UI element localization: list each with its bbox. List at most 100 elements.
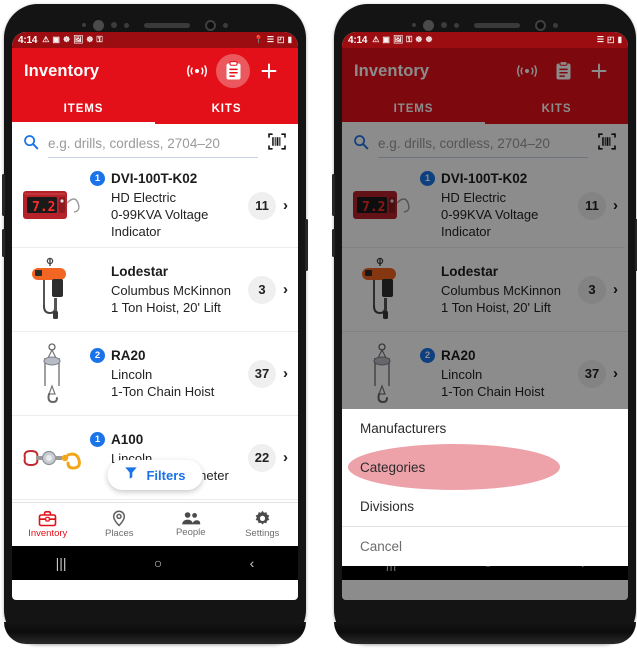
list-item-end: 37 › — [578, 359, 618, 388]
recents-button[interactable]: ||| — [56, 555, 67, 571]
chevron-right-icon[interactable]: › — [613, 366, 618, 381]
status-bar: 4:14 ⚠ ▣ 🖼 ⚿ ☸ ☸ ☰ ◰ ▮ — [342, 32, 628, 48]
clipboard-icon[interactable] — [546, 54, 580, 88]
list-item-subtitle-2: 0-99KVA Voltage — [441, 207, 539, 223]
list-item-content: 1 DVI-100T-K02 HD Electric 0-99KVA Volta… — [414, 171, 578, 240]
sensor-dot — [223, 22, 228, 28]
quantity-chip: 11 — [248, 191, 276, 220]
battery-icon: ▮ — [617, 35, 622, 44]
screenshot-icon: ☸ — [86, 35, 94, 44]
clipboard-icon[interactable] — [216, 54, 250, 88]
list-item-title: DVI-100T-K02 — [111, 171, 198, 186]
nav-item-settings[interactable]: Settings — [227, 510, 299, 539]
tab-kits[interactable]: KITS — [485, 94, 628, 124]
status-badge: 2 — [420, 347, 435, 363]
phone-left: 4:14 ⚠ ▣ ☸ 🖼 ☸ ⚿ 📍 ☰ ◰ ▮ Inventory ITEMS… — [2, 4, 308, 644]
chevron-right-icon[interactable]: › — [613, 198, 618, 213]
list-scrollbar[interactable] — [624, 198, 627, 316]
sheet-option-categories[interactable]: Categories — [342, 444, 628, 490]
tab-items-label: ITEMS — [63, 103, 104, 115]
back-button[interactable]: ‹ — [250, 555, 255, 571]
camera-lens — [205, 19, 216, 31]
app-bar: Inventory — [342, 48, 628, 94]
phone-screen-left: 4:14 ⚠ ▣ ☸ 🖼 ☸ ⚿ 📍 ☰ ◰ ▮ Inventory ITEMS… — [12, 32, 298, 600]
image-error-icon: ▣ — [382, 35, 390, 44]
volume-up-button[interactable] — [2, 174, 5, 216]
search-bar: e.g. drills, cordless, 2704–20 — [342, 124, 628, 164]
sheet-cancel-label: Cancel — [360, 539, 403, 554]
sensor-dot — [441, 22, 447, 28]
nav-item-inventory[interactable]: Inventory — [12, 510, 84, 539]
sheet-option-manufacturers[interactable]: Manufacturers — [342, 409, 628, 448]
chevron-right-icon[interactable]: › — [283, 450, 288, 465]
voltage-indicator-thumb: 7.2 — [350, 173, 414, 239]
list-item[interactable]: 2 RA20 Lincoln 1-Ton Chain Hoist 37 › — [342, 332, 628, 417]
tab-bar: ITEMS KITS — [12, 94, 298, 124]
chevron-right-icon[interactable]: › — [283, 198, 288, 213]
phone-bottom-bezel — [334, 622, 636, 644]
chevron-right-icon[interactable]: › — [283, 282, 288, 297]
wifi-icon: ☰ — [266, 35, 275, 44]
tab-kits-label: KITS — [541, 103, 572, 115]
list-item[interactable]: 2 RA20 Lincoln 1-Ton Chain Hoist 37 › — [12, 332, 298, 417]
list-item-subtitle-2: 1 Ton Hoist, 20' Lift — [111, 299, 221, 315]
toolbox-icon — [38, 511, 57, 527]
app-bar-actions — [180, 54, 286, 88]
broadcast-icon[interactable] — [510, 54, 544, 88]
app-bar-actions — [510, 54, 616, 88]
list-item-title: DVI-100T-K02 — [441, 171, 528, 186]
page-title: Inventory — [354, 61, 430, 80]
quantity-chip: 22 — [248, 443, 276, 472]
home-button[interactable]: ○ — [154, 555, 162, 571]
nav-item-places[interactable]: Places — [84, 510, 156, 539]
search-input[interactable]: e.g. drills, cordless, 2704–20 — [48, 131, 258, 158]
wifi-icon: ☰ — [596, 35, 605, 44]
tab-items[interactable]: ITEMS — [342, 94, 485, 124]
volume-down-button[interactable] — [332, 229, 335, 257]
broadcast-icon[interactable] — [180, 54, 214, 88]
list-item-subtitle-2: 1-Ton Chain Hoist — [111, 383, 215, 399]
list-item-subtitle-2: 1-Ton Chain Hoist — [441, 383, 545, 399]
list-item[interactable]: 7.2 1 DVI-100T-K02 HD Electric 0-99KVA V… — [342, 164, 628, 249]
list-item-subtitle-1: Lincoln — [111, 366, 153, 382]
volume-up-button[interactable] — [332, 174, 335, 216]
warning-icon: ⚠ — [372, 35, 380, 44]
sheet-option-label: Manufacturers — [360, 421, 447, 436]
chevron-right-icon[interactable]: › — [613, 282, 618, 297]
barcode-scan-icon[interactable] — [597, 132, 617, 156]
barcode-scan-icon[interactable] — [267, 132, 287, 156]
list-item-content: Lodestar Columbus McKinnon 1 Ton Hoist, … — [414, 264, 578, 316]
people-icon — [181, 512, 200, 525]
sensor-dot — [111, 22, 117, 28]
screenshot-canvas: 4:14 ⚠ ▣ ☸ 🖼 ☸ ⚿ 📍 ☰ ◰ ▮ Inventory ITEMS… — [0, 0, 637, 650]
add-icon[interactable] — [252, 54, 286, 88]
filters-label: Filters — [146, 467, 186, 483]
volume-down-button[interactable] — [2, 229, 5, 257]
quantity-chip: 37 — [248, 359, 276, 388]
list-item-subtitle-1: Columbus McKinnon — [441, 282, 561, 298]
list-item[interactable]: 7.2 1 DVI-100T-K02 HD Electric 0-99KVA V… — [12, 164, 298, 249]
tab-bar: ITEMS KITS — [342, 94, 628, 124]
list-item[interactable]: Lodestar Columbus McKinnon 1 Ton Hoist, … — [342, 248, 628, 333]
sheet-cancel-button[interactable]: Cancel — [342, 526, 628, 566]
search-icon[interactable] — [23, 134, 39, 155]
search-placeholder: e.g. drills, cordless, 2704–20 — [48, 136, 220, 151]
sensor-dot — [412, 23, 416, 27]
voltage-indicator-thumb: 7.2 — [20, 173, 84, 239]
filters-button[interactable]: Filters — [107, 460, 203, 490]
chevron-right-icon[interactable]: › — [283, 366, 288, 381]
status-badge: 2 — [90, 347, 105, 363]
phone-right: 4:14 ⚠ ▣ 🖼 ⚿ ☸ ☸ ☰ ◰ ▮ Inventory ITEMS K… — [332, 4, 637, 644]
nav-item-people[interactable]: People — [155, 511, 227, 538]
list-item[interactable]: Lodestar Columbus McKinnon 1 Ton Hoist, … — [12, 248, 298, 333]
search-icon[interactable] — [353, 134, 369, 155]
sheet-option-divisions[interactable]: Divisions — [342, 487, 628, 526]
tab-items[interactable]: ITEMS — [12, 94, 155, 124]
search-input[interactable]: e.g. drills, cordless, 2704–20 — [378, 131, 588, 158]
power-button[interactable] — [305, 219, 308, 271]
tab-kits[interactable]: KITS — [155, 94, 298, 124]
sensor-dot — [82, 23, 86, 27]
dynamometer-thumb — [20, 425, 84, 491]
add-icon[interactable] — [582, 54, 616, 88]
item-list[interactable]: 7.2 1 DVI-100T-K02 HD Electric 0-99KVA V… — [12, 164, 298, 502]
